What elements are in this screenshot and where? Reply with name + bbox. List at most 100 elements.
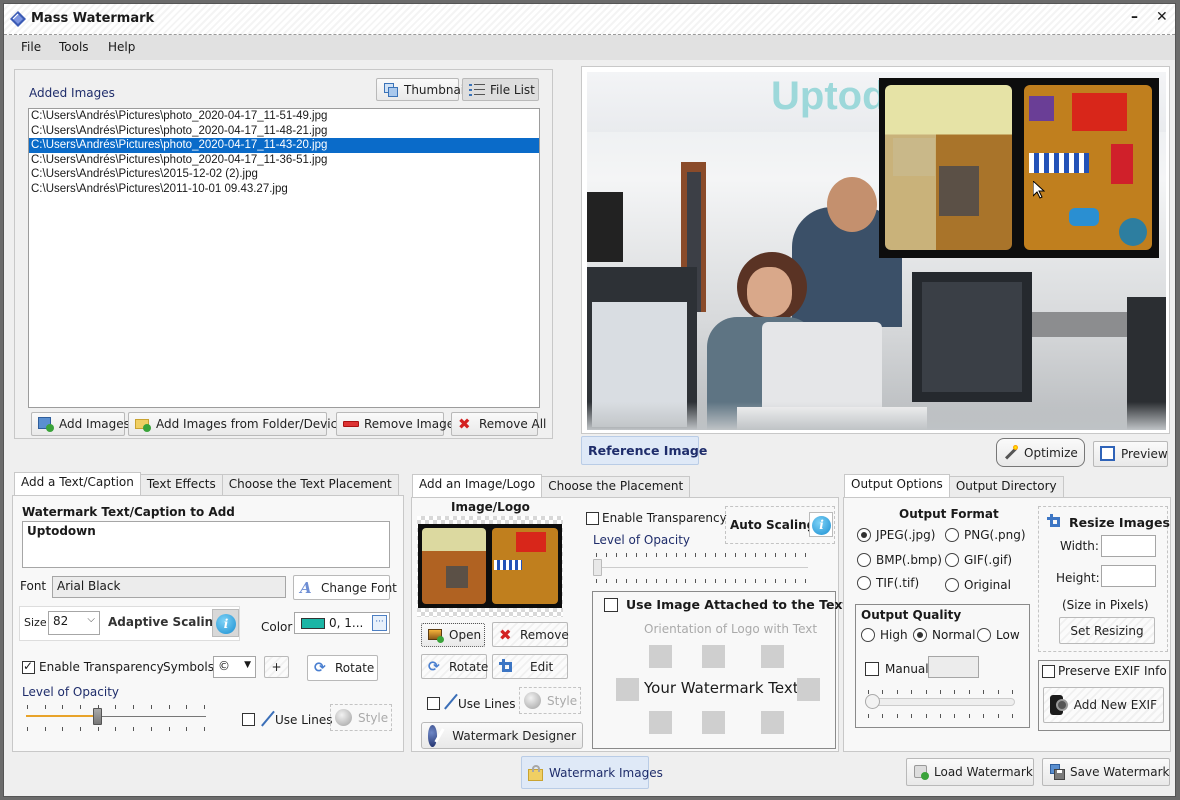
quality-slider-thumb[interactable] — [865, 694, 880, 709]
add-from-folder-button[interactable]: Add Images from Folder/Device — [128, 412, 345, 436]
logo-style-label: Style — [547, 694, 578, 708]
minimize-icon[interactable]: – — [1131, 9, 1138, 25]
file-list-item[interactable]: C:\Users\Andrés\Pictures\2015-12-02 (2).… — [29, 167, 539, 182]
preserve-exif-label: Preserve EXIF Info — [1058, 664, 1167, 678]
exif-group: Preserve EXIF Info Add New EXIF — [1038, 660, 1170, 731]
format-radio-gif[interactable] — [945, 553, 959, 567]
logo-remove-button[interactable]: ✖ Remove — [492, 622, 569, 647]
watermark-designer-button[interactable]: Watermark Designer — [421, 722, 583, 749]
file-list-view-button[interactable]: File List — [462, 78, 539, 101]
adaptive-scaling-info-button[interactable]: i — [212, 609, 239, 637]
set-resizing-button[interactable]: Set Resizing — [1059, 617, 1155, 644]
format-radio-jpeg[interactable] — [857, 528, 871, 542]
logo-tabs: Add an Image/Logo Choose the Placement — [412, 474, 691, 497]
quality-radio-normal[interactable] — [913, 628, 927, 642]
tab-output-directory[interactable]: Output Directory — [948, 476, 1064, 497]
file-list-item[interactable]: C:\Users\Andrés\Pictures\2011-10-01 09.4… — [29, 182, 539, 197]
text-transparency-checkbox[interactable] — [22, 659, 35, 674]
tab-text-effects[interactable]: Text Effects — [139, 474, 223, 495]
remove-all-button[interactable]: ✖ Remove All — [451, 412, 546, 436]
text-rotate-button[interactable]: ⟳ Rotate — [307, 655, 378, 681]
logo-style-button[interactable]: Style — [519, 687, 581, 714]
change-font-button[interactable]: A Change Font — [293, 575, 397, 600]
logo-transparency-checkbox[interactable] — [586, 512, 599, 525]
logo-overlay[interactable] — [879, 78, 1159, 258]
logo-use-lines-checkbox[interactable] — [427, 697, 440, 710]
change-font-label: Change Font — [321, 580, 397, 595]
file-list-item[interactable]: C:\Users\Andrés\Pictures\photo_2020-04-1… — [29, 153, 539, 168]
preserve-exif-checkbox[interactable] — [1042, 665, 1055, 678]
add-from-folder-label: Add Images from Folder/Device — [156, 417, 345, 431]
mouse-cursor-icon — [1033, 181, 1045, 199]
orientation-bottom-center[interactable] — [702, 711, 725, 734]
watermark-images-button[interactable]: Watermark Images — [521, 756, 663, 789]
tab-output-options[interactable]: Output Options — [844, 474, 950, 497]
text-opacity-label: Level of Opacity — [22, 685, 120, 699]
text-style-button[interactable]: Style — [330, 704, 392, 731]
color-picker[interactable]: 0, 1... ··· — [294, 612, 390, 634]
resize-width-input[interactable] — [1101, 535, 1156, 557]
orientation-top-center[interactable] — [702, 645, 725, 668]
tab-add-logo[interactable]: Add an Image/Logo — [412, 474, 543, 497]
file-list-item[interactable]: C:\Users\Andrés\Pictures\photo_2020-04-1… — [29, 124, 539, 139]
save-watermark-button[interactable]: Save Watermark — [1042, 758, 1170, 786]
manual-quality-field[interactable] — [928, 656, 979, 678]
height-label: Height: — [1056, 571, 1100, 585]
orientation-top-left[interactable] — [649, 645, 672, 668]
format-radio-bmp[interactable] — [857, 553, 871, 567]
add-symbol-button[interactable]: + — [264, 656, 289, 678]
file-list-label: File List — [490, 82, 535, 97]
orientation-bottom-left[interactable] — [649, 711, 672, 734]
add-exif-button[interactable]: Add New EXIF — [1043, 687, 1164, 723]
text-opacity-ticks-bottom — [27, 727, 205, 731]
file-list[interactable]: C:\Users\Andrés\Pictures\photo_2020-04-1… — [28, 108, 540, 408]
file-list-item[interactable]: C:\Users\Andrés\Pictures\photo_2020-04-1… — [29, 138, 539, 153]
logo-edit-button[interactable]: Edit — [492, 654, 568, 679]
auto-scaling-info-button[interactable]: i — [809, 512, 833, 537]
file-list-item[interactable]: C:\Users\Andrés\Pictures\photo_2020-04-1… — [29, 109, 539, 124]
reference-image-button[interactable]: Reference Image — [581, 436, 707, 465]
font-icon: A — [300, 578, 312, 597]
remove-image-button[interactable]: Remove Image — [336, 412, 454, 436]
text-opacity-fill — [26, 715, 98, 717]
tab-logo-placement[interactable]: Choose the Placement — [541, 476, 691, 497]
resize-height-input[interactable] — [1101, 565, 1156, 587]
color-swatch — [301, 618, 325, 629]
orientation-top-right[interactable] — [761, 645, 784, 668]
logo-opacity-slider-thumb[interactable] — [593, 559, 602, 576]
menu-tools[interactable]: Tools — [59, 40, 89, 54]
quality-slider-track[interactable] — [865, 698, 1015, 706]
logo-rotate-label: Rotate — [449, 659, 489, 674]
tab-add-text[interactable]: Add a Text/Caption — [14, 472, 141, 495]
menu-file[interactable]: File — [21, 40, 41, 54]
format-radio-png[interactable] — [945, 528, 959, 542]
preview-button[interactable]: Preview — [1093, 441, 1168, 467]
size-select[interactable]: 82 ⌵ — [48, 611, 100, 635]
attach-image-checkbox[interactable] — [604, 598, 618, 612]
menu-help[interactable]: Help — [108, 40, 135, 54]
more-options-icon[interactable]: ··· — [372, 615, 387, 631]
close-icon[interactable]: ✕ — [1156, 9, 1168, 25]
logo-rotate-button[interactable]: ⟳ Rotate — [421, 654, 489, 679]
text-opacity-slider-thumb[interactable] — [93, 708, 102, 725]
logo-thumbnail[interactable] — [417, 516, 563, 617]
optimize-button[interactable]: Optimize — [996, 438, 1085, 467]
tab-text-placement[interactable]: Choose the Text Placement — [221, 474, 399, 495]
orientation-left[interactable] — [616, 678, 639, 701]
format-radio-tif[interactable] — [857, 576, 871, 590]
format-radio-original[interactable] — [945, 578, 959, 592]
logo-open-button[interactable]: Open — [421, 623, 485, 647]
orientation-right[interactable] — [797, 678, 820, 701]
text-use-lines-checkbox[interactable] — [242, 713, 255, 726]
caption-textarea[interactable]: Uptodown — [22, 521, 390, 568]
load-watermark-button[interactable]: Load Watermark — [906, 758, 1034, 786]
quality-radio-high[interactable] — [861, 628, 875, 642]
thumbnails-view-button[interactable]: Thumbnails — [376, 78, 474, 101]
orientation-bottom-right[interactable] — [761, 711, 784, 734]
quality-radio-low[interactable] — [977, 628, 991, 642]
manual-quality-checkbox[interactable] — [865, 662, 879, 676]
logo-opacity-track[interactable] — [596, 567, 808, 568]
output-panel: Output Format JPEG(.jpg) PNG(.png) BMP(.… — [843, 497, 1171, 752]
add-images-button[interactable]: Add Images — [31, 412, 130, 436]
symbols-select[interactable]: © ▼ — [213, 656, 256, 678]
